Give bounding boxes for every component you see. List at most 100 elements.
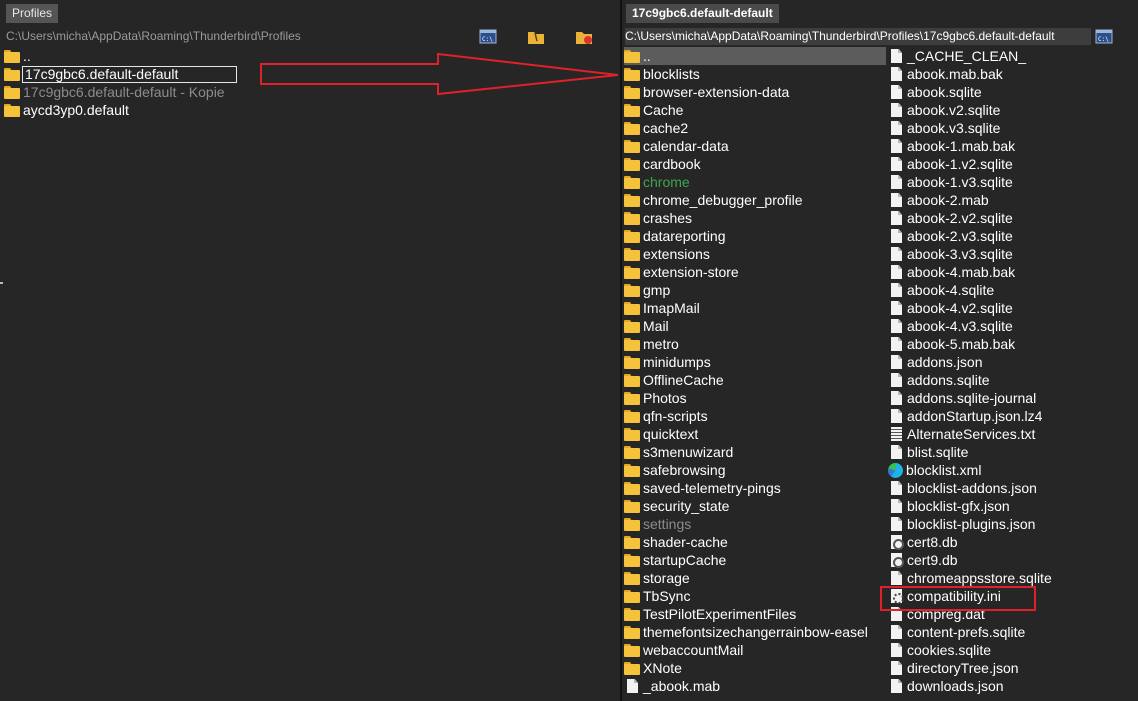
folder-item[interactable]: settings — [624, 515, 886, 533]
folder-item[interactable]: cardbook — [624, 155, 886, 173]
file-item[interactable]: abook-1.v2.sqlite — [888, 155, 1136, 173]
folder-icon — [624, 553, 640, 567]
tab-profiles[interactable]: Profiles — [6, 4, 59, 23]
file-item[interactable]: abook.mab.bak — [888, 65, 1136, 83]
file-item[interactable]: abook.v2.sqlite — [888, 101, 1136, 119]
folder-icon — [624, 373, 640, 387]
folder-item[interactable]: qfn-scripts — [624, 407, 886, 425]
folder-item[interactable]: storage — [624, 569, 886, 587]
folder-item[interactable]: Photos — [624, 389, 886, 407]
folder-item[interactable]: TbSync — [624, 587, 886, 605]
file-icon — [891, 139, 902, 153]
file-item[interactable]: abook-2.v2.sqlite — [888, 209, 1136, 227]
file-item[interactable]: abook-1.mab.bak — [888, 137, 1136, 155]
item-name: ImapMail — [643, 300, 700, 316]
file-icon — [891, 445, 902, 459]
folder-item[interactable]: themefontsizechangerrainbow-easel — [624, 623, 886, 641]
item-name: abook-4.sqlite — [907, 282, 995, 298]
command-prompt-icon-right[interactable]: C:\ — [1095, 28, 1113, 45]
file-item[interactable]: content-prefs.sqlite — [888, 623, 1136, 641]
folder-item[interactable]: OfflineCache — [624, 371, 886, 389]
file-item[interactable]: chromeappsstore.sqlite — [888, 569, 1136, 587]
folder-item[interactable]: shader-cache — [624, 533, 886, 551]
file-item[interactable]: addons.json — [888, 353, 1136, 371]
file-item[interactable]: blocklist.xml — [888, 461, 1136, 479]
file-item[interactable]: addonStartup.json.lz4 — [888, 407, 1136, 425]
file-item[interactable]: blocklist-addons.json — [888, 479, 1136, 497]
file-item[interactable]: addons.sqlite — [888, 371, 1136, 389]
folder-item[interactable]: crashes — [624, 209, 886, 227]
file-icon — [891, 283, 902, 297]
file-item[interactable]: abook-4.sqlite — [888, 281, 1136, 299]
folder-item[interactable]: extension-store — [624, 263, 886, 281]
left-path-bar[interactable]: C:\Users\micha\AppData\Roaming\Thunderbi… — [6, 28, 476, 45]
item-name: Cache — [643, 102, 684, 118]
folder-item[interactable]: Mail — [624, 317, 886, 335]
item-name: abook-4.mab.bak — [907, 264, 1016, 280]
item-name: calendar-data — [643, 138, 729, 154]
folder-item[interactable]: safebrowsing — [624, 461, 886, 479]
file-item[interactable]: abook-4.v2.sqlite — [888, 299, 1136, 317]
folder-item[interactable]: TestPilotExperimentFiles — [624, 605, 886, 623]
file-item[interactable]: cert9.db — [888, 551, 1136, 569]
folder-item[interactable]: blocklists — [624, 65, 886, 83]
folder-icon — [624, 481, 640, 495]
file-item[interactable]: abook-2.mab — [888, 191, 1136, 209]
file-item[interactable]: abook-4.v3.sqlite — [888, 317, 1136, 335]
file-item[interactable]: AlternateServices.txt — [888, 425, 1136, 443]
file-item[interactable]: cert8.db — [888, 533, 1136, 551]
folder-icon — [624, 625, 640, 639]
file-item[interactable]: downloads.json — [888, 677, 1136, 695]
command-prompt-icon[interactable]: C:\ — [479, 28, 497, 45]
folder-item[interactable]: datareporting — [624, 227, 886, 245]
folder-item[interactable]: quicktext — [624, 425, 886, 443]
folder-item[interactable]: chrome_debugger_profile — [624, 191, 886, 209]
favorite-folder-icon[interactable] — [575, 28, 593, 45]
folder-item[interactable]: chrome — [624, 173, 886, 191]
file-item[interactable]: _CACHE_CLEAN_ — [888, 47, 1136, 65]
file-item[interactable]: abook.sqlite — [888, 83, 1136, 101]
item-name: downloads.json — [907, 678, 1004, 694]
folder-item[interactable]: .. — [624, 47, 886, 65]
file-icon — [891, 319, 902, 333]
file-icon — [891, 157, 902, 171]
folder-item[interactable]: metro — [624, 335, 886, 353]
folder-item[interactable]: s3menuwizard — [624, 443, 886, 461]
file-item[interactable]: blocklist-plugins.json — [888, 515, 1136, 533]
file-item[interactable]: blocklist-gfx.json — [888, 497, 1136, 515]
item-name: blocklist-plugins.json — [907, 516, 1036, 532]
tab-profile-folder[interactable]: 17c9gbc6.default-default — [626, 4, 779, 23]
folder-tool-icon[interactable] — [527, 28, 545, 45]
folder-item[interactable]: calendar-data — [624, 137, 886, 155]
folder-item[interactable]: gmp — [624, 281, 886, 299]
folder-item[interactable]: cache2 — [624, 119, 886, 137]
folder-item[interactable]: XNote — [624, 659, 886, 677]
file-item[interactable]: abook-2.v3.sqlite — [888, 227, 1136, 245]
item-name: addons.sqlite-journal — [907, 390, 1037, 406]
file-item[interactable]: _abook.mab — [624, 677, 886, 695]
file-item[interactable]: abook-3.v3.sqlite — [888, 245, 1136, 263]
right-path-bar[interactable]: C:\Users\micha\AppData\Roaming\Thunderbi… — [625, 28, 1091, 45]
file-item[interactable]: abook.v3.sqlite — [888, 119, 1136, 137]
item-name: abook-5.mab.bak — [907, 336, 1016, 352]
item-name: cookies.sqlite — [907, 642, 992, 658]
file-item[interactable]: abook-1.v3.sqlite — [888, 173, 1136, 191]
folder-item[interactable]: startupCache — [624, 551, 886, 569]
folder-item[interactable]: security_state — [624, 497, 886, 515]
file-item[interactable]: abook-4.mab.bak — [888, 263, 1136, 281]
folder-item[interactable]: Cache — [624, 101, 886, 119]
folder-icon — [624, 391, 640, 405]
file-item[interactable]: directoryTree.json — [888, 659, 1136, 677]
folder-item[interactable]: saved-telemetry-pings — [624, 479, 886, 497]
folder-item[interactable]: extensions — [624, 245, 886, 263]
file-item[interactable]: blist.sqlite — [888, 443, 1136, 461]
file-item[interactable]: addons.sqlite-journal — [888, 389, 1136, 407]
file-item[interactable]: abook-5.mab.bak — [888, 335, 1136, 353]
folder-item[interactable]: minidumps — [624, 353, 886, 371]
item-name: cardbook — [643, 156, 701, 172]
file-item[interactable]: cookies.sqlite — [888, 641, 1136, 659]
folder-item[interactable]: webaccountMail — [624, 641, 886, 659]
folder-item[interactable]: ImapMail — [624, 299, 886, 317]
folder-item[interactable]: aycd3yp0.default — [4, 101, 616, 119]
folder-item[interactable]: browser-extension-data — [624, 83, 886, 101]
